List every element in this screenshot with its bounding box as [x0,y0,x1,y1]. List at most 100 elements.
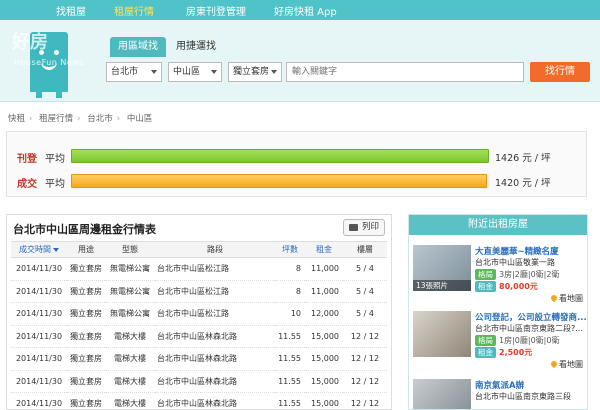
table-cell: 10 [275,302,305,326]
table-cell: 2014/11/30 [11,325,67,348]
map-pin-icon [549,293,559,303]
print-button[interactable]: 列印 [343,219,385,236]
table-cell: 5 / 4 [343,257,387,281]
chevron-down-icon [151,70,157,74]
listed-price-bar [71,149,489,163]
table-cell: 台北市中山區林森北路 [155,325,275,348]
table-row: 2014/11/30 獨立套房 無電梯公寓 台北市中山區松江路 10 12,000 5 / … [11,302,387,326]
table-cell: 電梯大樓 [105,347,155,371]
view-map-link[interactable]: 看地圖 [549,293,583,304]
table-row: 2014/11/30 獨立套房 無電梯公寓 台北市中山區松江路 8 11,000 5 / 4 [11,280,387,303]
col-area[interactable]: 坪數 [275,241,305,258]
table-cell: 8 [275,257,305,281]
listing-photo[interactable] [413,311,471,357]
table-header-row: 成交時間 用途 型態 路段 坪數 租金 樓層 [11,241,387,258]
listing-card[interactable]: 南京氣派A辦 台北市中山區南京東路三段 [413,379,585,409]
table-cell: 11.55 [275,370,305,393]
breadcrumb-city[interactable]: 台北市 [87,114,113,124]
city-select[interactable]: 台北市 [106,62,162,82]
district-select-value: 中山區 [173,67,201,77]
type-select-value: 獨立套房 [233,67,270,77]
table-cell: 無電梯公寓 [105,302,155,326]
search-header: 好房 HouseFun News 用區域找 用捷運找 台北市 中山區 獨立套房 … [0,20,600,102]
table-cell: 12 / 12 [343,325,387,348]
col-date[interactable]: 成交時間 [11,241,67,258]
table-cell: 15,000 [305,347,343,371]
listing-photo[interactable] [413,379,471,409]
listing-photo[interactable]: 13張照片 [413,245,471,291]
table-row: 2014/11/30 獨立套房 電梯大樓 台北市中山區林森北路 11.55 15,000 1… [11,370,387,393]
col-road: 路段 [155,241,275,258]
view-map-link[interactable]: 看地圖 [549,359,583,370]
table-cell: 台北市中山區林森北路 [155,347,275,371]
table-cell: 2014/11/30 [11,302,67,326]
city-select-value: 台北市 [111,67,139,77]
table-cell: 台北市中山區松江路 [155,302,275,326]
nav-rent-market[interactable]: 租屋行情 [114,3,154,18]
listing-title[interactable]: 大直美麗華~精緻名廈 [475,245,587,257]
nav-find-rental[interactable]: 找租屋 [56,3,86,18]
nearby-listings-panel: 附近出租房屋 13張照片 大直美麗華~精緻名廈 台北市中山區敬業一路 格局 3房|… [408,214,588,410]
table-row: 2014/11/30 獨立套房 電梯大樓 台北市中山區林森北路 11.55 15,000 1… [11,392,387,410]
table-cell: 2014/11/30 [11,280,67,303]
rent-table-panel: 台北市中山區周邊租金行情表 列印 成交時間 用途 型態 路段 坪數 租金 樓層 … [6,214,392,410]
tab-by-mrt[interactable]: 用捷運找 [168,37,224,57]
printer-icon [349,224,358,231]
table-cell: 台北市中山區林森北路 [155,370,275,393]
table-cell: 獨立套房 [67,257,105,281]
table-cell: 台北市中山區松江路 [155,280,275,303]
breadcrumb: 快租 › 租屋行情 › 台北市 › 中山區 [8,114,153,124]
listed-label: 刊登 [17,154,37,165]
table-cell: 2014/11/30 [11,370,67,393]
listing-card[interactable]: 13張照片 大直美麗華~精緻名廈 台北市中山區敬業一路 格局 3房|2廳|0衛|2… [413,245,585,311]
listing-title[interactable]: 公司登記，公司設立轉發商... [475,311,587,323]
breadcrumb-rent-market[interactable]: 租屋行情 [39,114,73,124]
table-row: 2014/11/30 獨立套房 電梯大樓 台北市中山區林森北路 11.55 15,000 1… [11,347,387,371]
logo-subtext: HouseFun News [14,58,85,67]
table-cell: 電梯大樓 [105,392,155,410]
listing-address: 台北市中山區敬業一路 [475,258,555,267]
table-cell: 台北市中山區林森北路 [155,392,275,410]
table-cell: 8 [275,280,305,303]
table-cell: 12 / 12 [343,370,387,393]
listed-avg-label: 平均 [45,154,65,165]
deal-price-row: 成交 平均 1420 元 / 坪 [7,171,586,191]
col-rent[interactable]: 租金 [305,241,343,258]
table-cell: 2014/11/30 [11,392,67,410]
district-select[interactable]: 中山區 [168,62,222,82]
table-cell: 15,000 [305,370,343,393]
col-use: 用途 [67,241,105,258]
site-logo[interactable]: 好房 HouseFun News [8,22,98,102]
table-cell: 電梯大樓 [105,325,155,348]
find-market-button[interactable]: 找行情 [530,62,590,82]
listing-address: 台北市中山區南京東路二段?... [475,324,583,333]
keyword-input[interactable] [286,62,524,82]
rent-table: 成交時間 用途 型態 路段 坪數 租金 樓層 2014/11/30 獨立套房 無電梯… [11,241,387,410]
col-type: 型態 [105,241,155,258]
table-cell: 5 / 4 [343,302,387,326]
col-floor: 樓層 [343,241,387,258]
table-cell: 15,000 [305,325,343,348]
table-cell: 11.55 [275,392,305,410]
listing-title[interactable]: 南京氣派A辦 [475,379,587,391]
table-cell: 獨立套房 [67,302,105,326]
table-row: 2014/11/30 獨立套房 電梯大樓 台北市中山區林森北路 11.55 15,000 1… [11,325,387,348]
deal-price-bar [71,174,489,188]
nav-landlord-manage[interactable]: 房東刊登管理 [186,3,246,18]
table-cell: 獨立套房 [67,280,105,303]
breadcrumb-home[interactable]: 快租 [8,114,25,124]
tab-by-area[interactable]: 用區域找 [110,37,166,57]
type-select[interactable]: 獨立套房 [228,62,282,82]
photo-count-tag: 13張照片 [413,280,471,291]
chevron-down-icon [271,70,277,74]
listing-layout: 格局 3房|2廳|0衛|2衛 [475,269,559,280]
nav-app[interactable]: 好房快租 App [274,3,337,18]
table-cell: 台北市中山區松江路 [155,257,275,281]
table-title: 台北市中山區周邊租金行情表 [13,223,156,236]
table-cell: 15,000 [305,392,343,410]
nearby-listings-title: 附近出租房屋 [409,215,587,235]
listing-card[interactable]: 公司登記，公司設立轉發商... 台北市中山區南京東路二段?... 格局 1房|0廳… [413,311,587,377]
table-cell: 5 / 4 [343,280,387,303]
table-cell: 2014/11/30 [11,257,67,281]
deal-price-value: 1420 元 / 坪 [495,178,551,189]
